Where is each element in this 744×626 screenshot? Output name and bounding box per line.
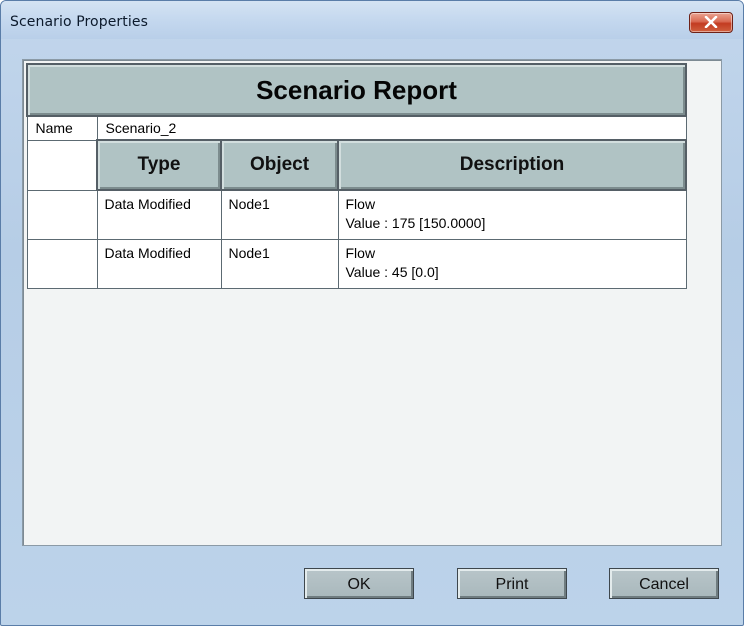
close-button[interactable] — [689, 12, 733, 33]
blank-header-cell — [26, 139, 98, 191]
ok-button[interactable]: OK — [304, 568, 414, 599]
row-blank-cell — [26, 189, 98, 240]
row-object: Node1 — [220, 239, 339, 289]
description-line: Value : 175 [150.0000] — [345, 215, 486, 231]
title-bar[interactable]: Scenario Properties — [1, 1, 743, 39]
row-description: Flow Value : 175 [150.0000] — [337, 189, 687, 240]
column-header-description: Description — [336, 139, 688, 191]
scenario-name-value: Scenario_2 — [96, 115, 687, 141]
row-object: Node1 — [220, 189, 339, 240]
row-blank-cell — [26, 239, 98, 289]
scenario-properties-dialog: Scenario Properties Scenario Report Name… — [0, 0, 744, 626]
description-line: Flow — [345, 245, 376, 261]
row-type: Data Modified — [96, 189, 222, 240]
column-header-type: Type — [96, 139, 222, 191]
report-panel[interactable]: Scenario Report Name Scenario_2 Type Obj… — [22, 59, 722, 546]
cancel-button[interactable]: Cancel — [609, 568, 719, 599]
name-label: Name — [26, 115, 98, 141]
description-line: Flow — [345, 196, 376, 212]
report-title: Scenario Report — [25, 63, 688, 117]
scenario-report-table: Scenario Report Name Scenario_2 Type Obj… — [25, 63, 688, 289]
column-header-object: Object — [220, 139, 339, 191]
print-button[interactable]: Print — [457, 568, 567, 599]
row-description: Flow Value : 45 [0.0] — [337, 239, 687, 289]
description-line: Value : 45 [0.0] — [345, 264, 439, 280]
table-row: Data Modified Node1 Flow Value : 45 [0.0… — [26, 239, 687, 289]
window-title: Scenario Properties — [10, 14, 148, 30]
row-type: Data Modified — [96, 239, 222, 289]
table-row: Data Modified Node1 Flow Value : 175 [15… — [26, 189, 687, 240]
close-icon — [704, 16, 718, 28]
